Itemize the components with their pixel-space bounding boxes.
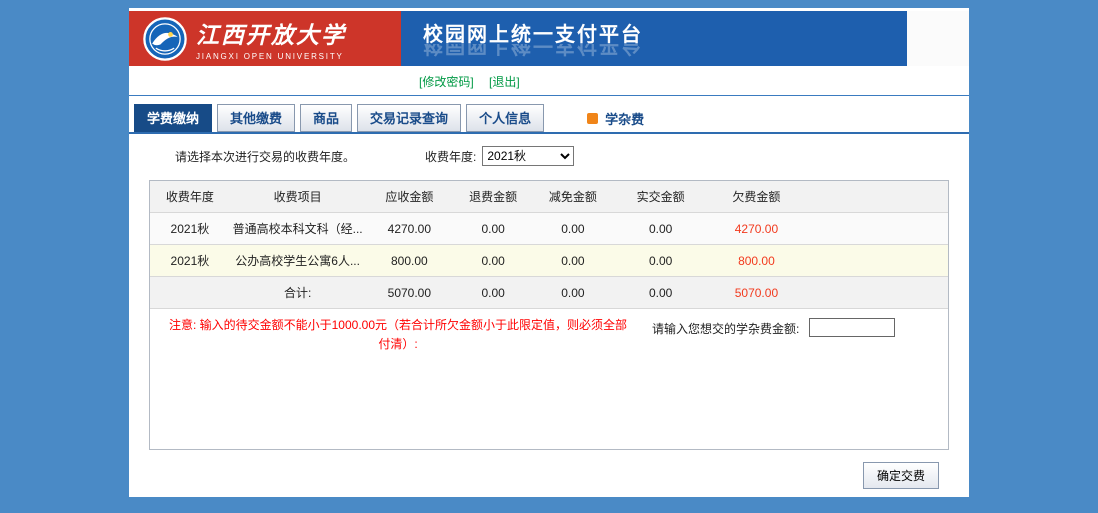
tab-tuition-payment[interactable]: 学费缴纳 xyxy=(134,104,212,132)
fee-row: 2021秋 公办高校学生公寓6人... 800.00 0.00 0.00 0.0… xyxy=(150,245,948,277)
payment-warning: 注意: 输入的待交金额不能小于1000.00元（若合计所欠金额小于此限定值，则必… xyxy=(164,316,632,354)
payment-input-row: 注意: 输入的待交金额不能小于1000.00元（若合计所欠金额小于此限定值，则必… xyxy=(150,308,948,360)
year-cell: 2021秋 xyxy=(150,245,230,277)
item-cell: 普通高校本科文科（经... xyxy=(230,213,366,245)
payment-input-label: 请输入您想交的学杂费金额: xyxy=(652,320,799,337)
year-selector-row: 请选择本次进行交易的收费年度。 收费年度: 2021秋 xyxy=(129,134,969,166)
payment-amount-input[interactable] xyxy=(809,318,895,337)
total-waive-cell: 0.00 xyxy=(533,277,613,309)
total-owed-cell: 5070.00 xyxy=(709,277,805,309)
table-header-row: 收费年度 收费项目 应收金额 退费金额 减免金额 实交金额 欠费金额 xyxy=(150,181,948,213)
total-row: 合计: 5070.00 0.00 0.00 0.00 5070.00 xyxy=(150,277,948,309)
fee-year-select[interactable]: 2021秋 xyxy=(482,146,574,166)
section-label: 学杂费 xyxy=(605,109,644,128)
platform-title-reflection: 校园网上统一支付平台 xyxy=(423,44,907,62)
total-paid-cell: 0.00 xyxy=(613,277,709,309)
column-header-paid: 实交金额 xyxy=(613,181,709,213)
owed-cell: 4270.00 xyxy=(709,213,805,245)
change-password-link[interactable]: [修改密码] xyxy=(419,75,474,89)
fee-row: 2021秋 普通高校本科文科（经... 4270.00 0.00 0.00 0.… xyxy=(150,213,948,245)
page-container: 江西开放大学 JIANGXI OPEN UNIVERSITY 校园网上统一支付平… xyxy=(129,8,969,497)
year-cell: 2021秋 xyxy=(150,213,230,245)
fee-year-hint: 请选择本次进行交易的收费年度。 xyxy=(175,148,355,165)
refund-cell: 0.00 xyxy=(453,245,533,277)
main-tabs: 学费缴纳 其他缴费 商品 交易记录查询 个人信息 学杂费 xyxy=(129,96,969,134)
section-bullet-icon xyxy=(587,113,598,124)
tab-personal-info[interactable]: 个人信息 xyxy=(466,104,544,132)
fee-year-label: 收费年度: xyxy=(425,148,476,165)
fees-panel: 收费年度 收费项目 应收金额 退费金额 减免金额 实交金额 欠费金额 2021秋… xyxy=(149,180,949,450)
tab-transaction-history[interactable]: 交易记录查询 xyxy=(357,104,461,132)
university-name-en: JIANGXI OPEN UNIVERSITY xyxy=(196,52,346,61)
fees-table: 收费年度 收费项目 应收金额 退费金额 减免金额 实交金额 欠费金额 2021秋… xyxy=(150,181,948,308)
column-header-item: 收费项目 xyxy=(230,181,366,213)
due-cell: 800.00 xyxy=(365,245,453,277)
waive-cell: 0.00 xyxy=(533,245,613,277)
current-section: 学杂费 xyxy=(587,109,644,132)
total-label-cell: 合计: xyxy=(230,277,366,309)
confirm-payment-button[interactable]: 确定交费 xyxy=(863,462,939,489)
tab-products[interactable]: 商品 xyxy=(300,104,352,132)
platform-title-area: 校园网上统一支付平台 校园网上统一支付平台 xyxy=(401,11,907,66)
brand-names: 江西开放大学 JIANGXI OPEN UNIVERSITY xyxy=(196,16,346,61)
university-logo-icon xyxy=(143,17,187,61)
paid-cell: 0.00 xyxy=(613,245,709,277)
total-refund-cell: 0.00 xyxy=(453,277,533,309)
column-header-owed: 欠费金额 xyxy=(709,181,805,213)
university-name-cn: 江西开放大学 xyxy=(196,16,346,50)
tab-other-fees[interactable]: 其他缴费 xyxy=(217,104,295,132)
column-header-refund: 退费金额 xyxy=(453,181,533,213)
refund-cell: 0.00 xyxy=(453,213,533,245)
header-spacer xyxy=(907,11,969,66)
item-cell: 公办高校学生公寓6人... xyxy=(230,245,366,277)
waive-cell: 0.00 xyxy=(533,213,613,245)
column-header-year: 收费年度 xyxy=(150,181,230,213)
site-header: 江西开放大学 JIANGXI OPEN UNIVERSITY 校园网上统一支付平… xyxy=(129,11,969,66)
brand-area: 江西开放大学 JIANGXI OPEN UNIVERSITY xyxy=(129,11,401,66)
total-due-cell: 5070.00 xyxy=(365,277,453,309)
owed-cell: 800.00 xyxy=(709,245,805,277)
column-header-due: 应收金额 xyxy=(365,181,453,213)
paid-cell: 0.00 xyxy=(613,213,709,245)
column-header-waive: 减免金额 xyxy=(533,181,613,213)
due-cell: 4270.00 xyxy=(365,213,453,245)
column-header-filler xyxy=(804,181,948,213)
platform-title: 校园网上统一支付平台 xyxy=(423,18,907,47)
footer-actions: 确定交费 xyxy=(129,450,969,489)
logout-link[interactable]: [退出] xyxy=(489,75,520,89)
account-links: [修改密码] [退出] xyxy=(129,66,969,95)
